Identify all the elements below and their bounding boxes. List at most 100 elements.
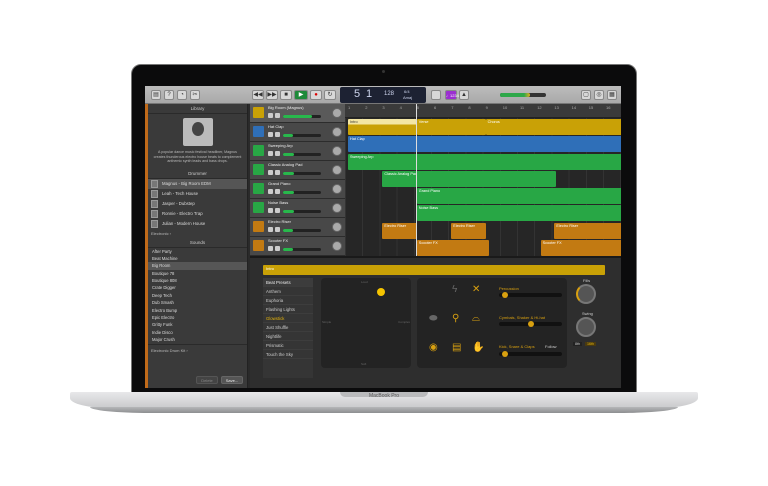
mute-button[interactable]: [268, 151, 273, 156]
media-browser-button[interactable]: ▦: [607, 90, 617, 100]
smart-controls-button[interactable]: ◔: [177, 90, 187, 100]
preset-item[interactable]: Euphoria: [263, 296, 313, 305]
help-button[interactable]: ?: [164, 90, 174, 100]
headphones-solo-button[interactable]: [275, 151, 280, 156]
tuner-button[interactable]: [431, 90, 441, 100]
track-region[interactable]: Grand Piano: [416, 188, 621, 204]
sound-item[interactable]: Dub Smash: [148, 299, 247, 306]
clap-icon[interactable]: ✋: [472, 342, 484, 353]
preset-item[interactable]: Prismatic: [263, 341, 313, 350]
pan-knob[interactable]: [332, 127, 342, 137]
sound-item[interactable]: Electro Bump: [148, 307, 247, 314]
lightning-icon[interactable]: ϟ: [452, 284, 457, 295]
play-button[interactable]: ▶: [294, 90, 308, 100]
track-header[interactable]: Big Room (Magnus): [250, 104, 345, 123]
pan-knob[interactable]: [332, 203, 342, 213]
headphones-solo-button[interactable]: [275, 246, 280, 251]
track-region[interactable]: Sweeping Arp: [348, 153, 621, 170]
notepad-button[interactable]: ▢: [581, 90, 591, 100]
track-region[interactable]: Chorus: [485, 119, 621, 135]
preset-item[interactable]: Touch the Sky: [263, 350, 313, 359]
swing-knob[interactable]: [576, 317, 596, 337]
pan-knob[interactable]: [332, 146, 342, 156]
sound-item[interactable]: Boutique 808: [148, 277, 247, 284]
sticks-icon[interactable]: ✕: [472, 284, 480, 295]
kick-drum-icon[interactable]: ◉: [429, 342, 438, 353]
stop-button[interactable]: ■: [280, 90, 292, 100]
kick-thumb[interactable]: [501, 351, 508, 357]
track-region[interactable]: Electro Riser: [382, 222, 417, 239]
mute-button[interactable]: [268, 170, 273, 175]
track-region[interactable]: Scooter FX: [416, 239, 490, 256]
rewind-button[interactable]: ◀◀: [252, 90, 264, 100]
headphones-solo-button[interactable]: [275, 113, 280, 118]
track-region[interactable]: Electro Riser: [451, 222, 486, 239]
metronome-button[interactable]: ▲: [459, 90, 469, 100]
pan-knob[interactable]: [332, 241, 342, 251]
editor-region-bar[interactable]: Intro: [263, 265, 605, 275]
maraca-icon[interactable]: ⚲: [452, 313, 459, 324]
mute-button[interactable]: [268, 246, 273, 251]
track-header[interactable]: Electro Riser: [250, 218, 345, 237]
preset-item[interactable]: Flashing Lights: [263, 305, 313, 314]
xy-puck[interactable]: [377, 288, 385, 296]
track-region[interactable]: Classic Analog Pad: [382, 170, 557, 187]
drummer-item[interactable]: Ronnie - Electro Trap: [148, 209, 247, 219]
track-region[interactable]: Intro: [348, 119, 417, 135]
preset-item[interactable]: Anthem: [263, 287, 313, 296]
swing-8th-button[interactable]: 8th: [573, 342, 582, 346]
preset-item[interactable]: Just Shuffle: [263, 323, 313, 332]
sound-item[interactable]: Deep Tech: [148, 292, 247, 299]
library-button[interactable]: ▤: [151, 90, 161, 100]
mute-button[interactable]: [268, 189, 273, 194]
playhead[interactable]: [416, 104, 417, 256]
track-volume-slider[interactable]: [283, 248, 321, 251]
headphones-solo-button[interactable]: [275, 189, 280, 194]
track-volume-slider[interactable]: [283, 210, 321, 213]
sound-item[interactable]: Boutique 78: [148, 270, 247, 277]
pan-knob[interactable]: [332, 222, 342, 232]
headphones-solo-button[interactable]: [275, 227, 280, 232]
follow-toggle[interactable]: Follow: [545, 344, 557, 349]
cymbal-icon[interactable]: ⌓: [472, 313, 480, 324]
pan-knob[interactable]: [332, 108, 342, 118]
cymbals-slider[interactable]: [499, 321, 562, 327]
fills-knob[interactable]: [576, 284, 596, 304]
track-header[interactable]: Scooter FX: [250, 237, 345, 256]
headphones-solo-button[interactable]: [275, 208, 280, 213]
percussion-slider[interactable]: [499, 292, 562, 298]
snare-icon[interactable]: ▤: [452, 342, 461, 353]
swing-16th-button[interactable]: 16th: [585, 342, 596, 346]
track-volume-slider[interactable]: [283, 153, 321, 156]
track-region[interactable]: Electro Riser: [554, 222, 621, 239]
track-header[interactable]: Classic Analog Pad: [250, 161, 345, 180]
mute-button[interactable]: [268, 113, 273, 118]
track-region[interactable]: Verse: [416, 119, 486, 135]
headphones-solo-button[interactable]: [275, 132, 280, 137]
mute-button[interactable]: [268, 208, 273, 213]
pan-knob[interactable]: [332, 165, 342, 175]
mute-button[interactable]: [268, 132, 273, 137]
sound-item[interactable]: Gritty Funk: [148, 321, 247, 328]
sound-item[interactable]: After Party: [148, 248, 247, 255]
percussion-thumb[interactable]: [501, 292, 508, 298]
cymbals-thumb[interactable]: [527, 321, 534, 327]
sound-item[interactable]: Big Room: [148, 262, 247, 270]
track-volume-slider[interactable]: [283, 134, 321, 137]
drummer-item[interactable]: Jasper - Dubstep: [148, 199, 247, 209]
editors-button[interactable]: ✂: [190, 90, 200, 100]
sound-item[interactable]: Epic Electro: [148, 314, 247, 321]
shaker-icon[interactable]: ⬬: [429, 313, 438, 324]
pan-knob[interactable]: [332, 184, 342, 194]
save-button[interactable]: Save...: [221, 376, 243, 384]
track-header[interactable]: Sweeping Arp: [250, 142, 345, 161]
sound-item[interactable]: Beat Machine: [148, 255, 247, 262]
tracks-area[interactable]: Intro Verse Chorus Hat Clap Sweeping Arp Clas…: [345, 118, 621, 256]
preset-item[interactable]: Glowstick: [263, 314, 313, 323]
track-header[interactable]: Noise Bass: [250, 199, 345, 218]
genre-selector[interactable]: Electronic ›: [148, 229, 247, 238]
sound-item[interactable]: Major Crush: [148, 336, 247, 343]
track-header[interactable]: Grand Piano: [250, 180, 345, 199]
loop-browser-button[interactable]: ◎: [594, 90, 604, 100]
track-header[interactable]: Hat Clap: [250, 123, 345, 142]
